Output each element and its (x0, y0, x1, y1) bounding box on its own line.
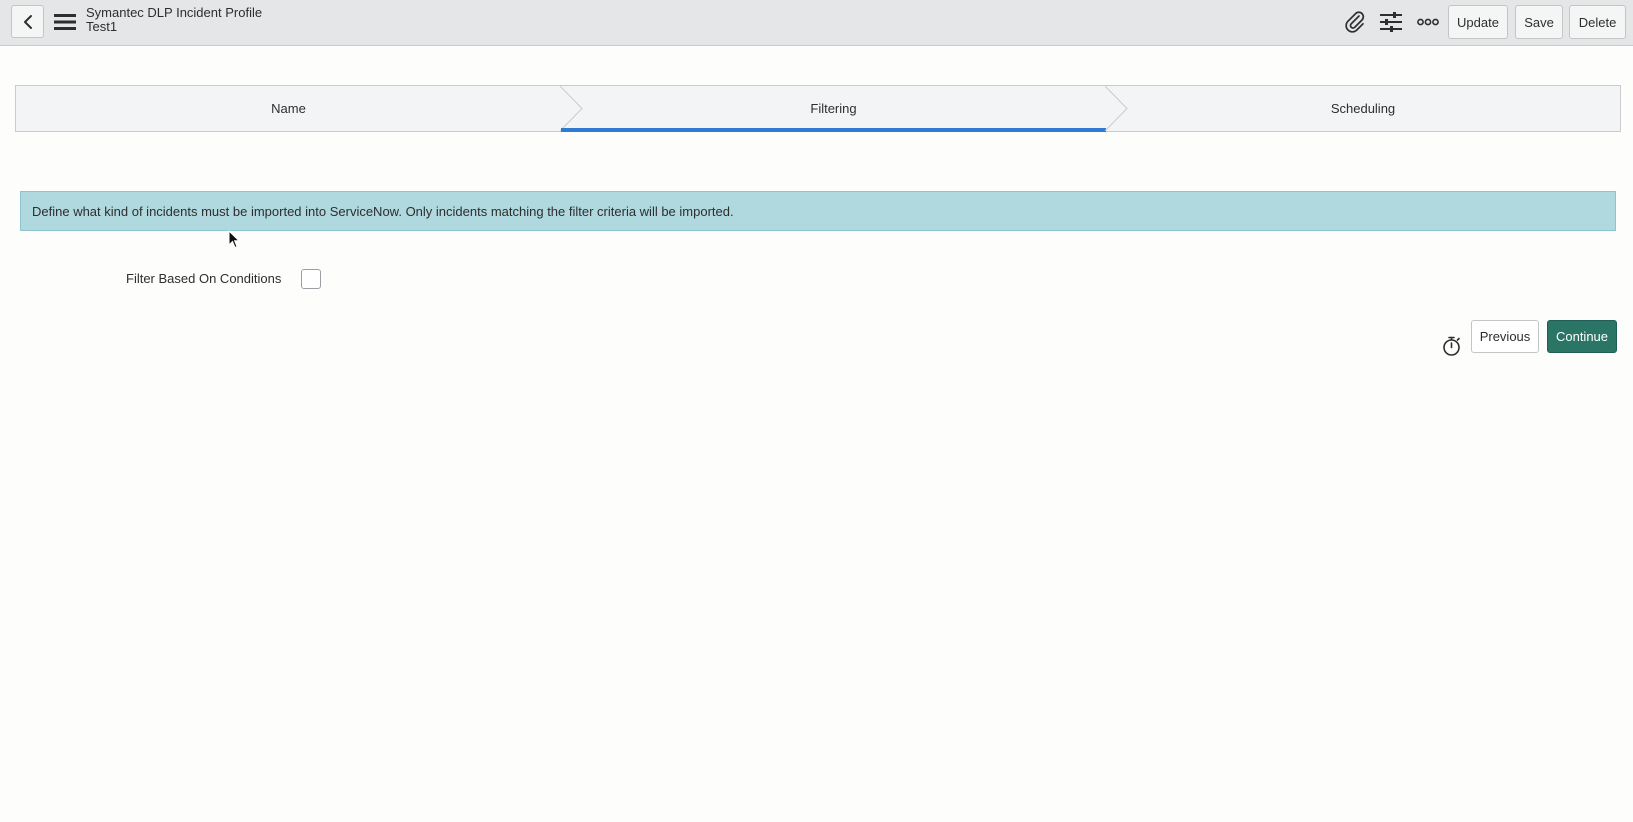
more-options-button[interactable] (1415, 9, 1441, 35)
more-options-icon (1417, 18, 1439, 26)
step-filtering[interactable]: Filtering (561, 86, 1106, 132)
form-title: Symantec DLP Incident Profile (86, 5, 263, 20)
step-filtering-label: Filtering (810, 101, 857, 116)
step-name[interactable]: Name (16, 86, 561, 131)
filter-conditions-label: Filter Based On Conditions (126, 271, 282, 286)
back-button[interactable] (11, 5, 44, 38)
save-button[interactable]: Save (1515, 5, 1563, 39)
step-name-label: Name (271, 101, 306, 116)
record-name: Test1 (86, 19, 118, 34)
record-title: Symantec DLP Incident Profile Test1 (86, 6, 262, 34)
chevron-left-icon (23, 14, 32, 29)
info-banner: Define what kind of incidents must be im… (20, 191, 1616, 231)
info-banner-text: Define what kind of incidents must be im… (32, 203, 734, 219)
personalize-form-button[interactable] (1378, 9, 1404, 35)
timer-button[interactable] (1440, 334, 1464, 358)
step-scheduling-label: Scheduling (1330, 101, 1396, 116)
delete-button[interactable]: Delete (1569, 5, 1626, 39)
mouse-pointer-icon (228, 230, 240, 249)
paperclip-icon (1345, 11, 1365, 33)
form-header: Symantec DLP Incident Profile Test1 Upda… (0, 0, 1633, 46)
sliders-icon (1380, 12, 1402, 32)
hamburger-menu-icon (54, 14, 76, 30)
previous-button[interactable]: Previous (1471, 320, 1539, 353)
filter-conditions-checkbox[interactable] (301, 269, 321, 289)
step-scheduling[interactable]: Scheduling (1106, 86, 1620, 131)
wizard-stepper: Name Filtering Scheduling (15, 85, 1621, 132)
attachment-button[interactable] (1342, 9, 1368, 35)
stopwatch-icon (1443, 336, 1460, 356)
continue-button[interactable]: Continue (1547, 320, 1617, 353)
menu-button[interactable] (52, 10, 78, 34)
update-button[interactable]: Update (1448, 5, 1508, 39)
